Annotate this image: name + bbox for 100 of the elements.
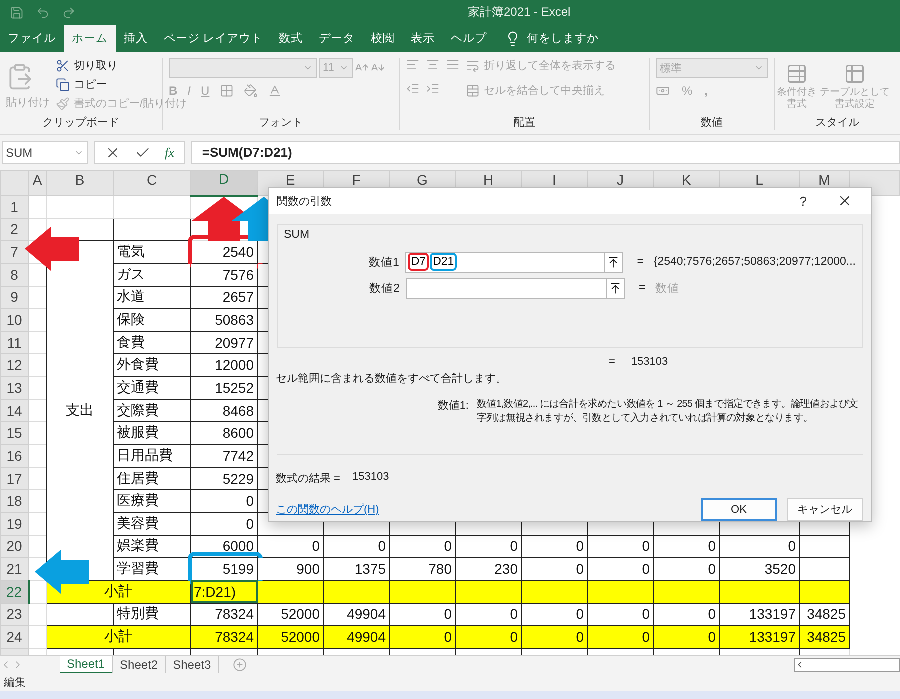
table-cell: 医療費: [114, 490, 190, 512]
ok-button[interactable]: OK: [701, 498, 777, 521]
tell-me-field[interactable]: 何をしますか: [527, 31, 600, 46]
table-cell: 3520: [720, 558, 800, 580]
function-name: SUM: [284, 229, 311, 242]
table-cell: 2657: [190, 286, 258, 309]
ribbon-tab[interactable]: 挿入: [116, 25, 156, 52]
table-cell: 水道: [114, 286, 190, 309]
ribbon-tab[interactable]: データ: [311, 25, 364, 52]
table-cell: 0: [654, 558, 720, 580]
table-cell: 34825: [800, 626, 850, 648]
borders-icon[interactable]: [220, 84, 234, 98]
group-label: 数値: [701, 116, 723, 130]
table-cell: 49904: [324, 603, 390, 626]
arrow-up-icon[interactable]: [609, 282, 622, 295]
ribbon-tab[interactable]: ページ レイアウト: [156, 25, 272, 52]
scissors-icon[interactable]: [56, 58, 70, 72]
table-cell: 0: [654, 535, 720, 558]
clipboard-button[interactable]: 切り取り: [74, 58, 118, 73]
row-header: 14: [0, 399, 28, 422]
row-header: 24: [0, 626, 28, 648]
argument-field[interactable]: D7 D21: [405, 252, 606, 273]
table-cell: 780: [390, 558, 456, 580]
conditional-format-icon[interactable]: [786, 62, 808, 84]
row-header: 20: [0, 535, 28, 558]
table-cell: 0: [258, 535, 324, 558]
group-label: スタイル: [816, 116, 860, 130]
argument-label: 数値2: [368, 282, 401, 296]
sheet-tab[interactable]: Sheet1: [60, 656, 114, 674]
table-cell: 0: [190, 490, 258, 512]
table-cell: 交際費: [114, 399, 190, 422]
table-cell: 133197: [720, 626, 800, 648]
argument-field[interactable]: [406, 278, 607, 299]
total-value: 153103: [631, 356, 668, 368]
cancel-button[interactable]: キャンセル: [787, 498, 863, 521]
ribbon-tab[interactable]: ホーム: [64, 25, 116, 52]
add-sheet-icon[interactable]: [233, 658, 248, 672]
font-color-icon[interactable]: [268, 84, 282, 98]
merge-cells-icon[interactable]: [466, 84, 480, 98]
currency-icon[interactable]: [656, 84, 670, 98]
align-justify-icon[interactable]: [446, 58, 460, 72]
row-header: 18: [0, 490, 28, 512]
indent-decrease-icon[interactable]: [406, 82, 420, 96]
ribbon-tab[interactable]: 校閲: [363, 25, 404, 52]
align-left-icon[interactable]: [406, 58, 420, 72]
table-cell: 日用品費: [114, 444, 190, 468]
ribbon-tab[interactable]: 数式: [271, 25, 312, 52]
table-cell: 0: [324, 535, 390, 558]
ribbon-tab[interactable]: ヘルプ: [443, 25, 496, 52]
indent-increase-icon[interactable]: [426, 82, 440, 96]
row-header: 16: [0, 444, 28, 468]
table-cell: 7:D21): [190, 580, 258, 604]
table-cell: 900: [258, 558, 324, 580]
horizontal-scrollbar[interactable]: [794, 658, 900, 672]
arrow-up-icon[interactable]: [607, 256, 620, 269]
table-cell: 美容費: [114, 512, 190, 536]
function-description: セル範囲に含まれる数値をすべて合計します。: [276, 372, 508, 386]
row-header: 17: [0, 467, 28, 490]
table-format-icon[interactable]: [844, 62, 866, 84]
table-cell: 保険: [114, 308, 190, 332]
argument-label: 数値1: [368, 256, 400, 270]
table-cell: 50863: [190, 308, 258, 332]
table-cell: 学習費: [114, 558, 190, 580]
save-icon[interactable]: [10, 6, 24, 20]
table-cell: 0: [654, 603, 720, 626]
row-header: 11: [0, 331, 28, 354]
column-header: A: [28, 170, 46, 196]
name-box[interactable]: SUM: [2, 141, 88, 164]
table-cell: 7742: [190, 444, 258, 468]
table-cell: 被服費: [114, 422, 190, 445]
collapse-dialog-button[interactable]: [605, 252, 624, 273]
copy-icon[interactable]: [56, 78, 70, 92]
formula-field[interactable]: =SUM(D7:D21): [191, 141, 900, 164]
collapse-dialog-button[interactable]: [607, 278, 625, 299]
result-value: 153103: [352, 471, 390, 485]
row-header: 2: [0, 218, 28, 241]
insert-function-button[interactable]: fx: [165, 144, 174, 160]
clipboard-button[interactable]: コピー: [74, 77, 107, 92]
table-cell: 5229: [190, 467, 258, 490]
table-cell: 34825: [800, 603, 850, 626]
argument-help-label: 数値1:: [436, 399, 470, 414]
align-center-icon[interactable]: [426, 58, 440, 72]
table-cell: 0: [390, 626, 456, 648]
help-link[interactable]: この関数のヘルプ(H): [276, 502, 701, 517]
redo-icon[interactable]: [62, 6, 76, 20]
row-header: 9: [0, 286, 28, 309]
undo-icon[interactable]: [36, 6, 50, 20]
ribbon-tab[interactable]: ファイル: [0, 25, 64, 52]
fill-color-icon[interactable]: [244, 84, 258, 98]
table-cell: 0: [390, 535, 456, 558]
table-cell: 0: [456, 603, 522, 626]
font-name-field[interactable]: [169, 58, 317, 78]
row-header: 15: [0, 422, 28, 445]
wrap-text-icon[interactable]: [466, 58, 480, 72]
table-cell: 0: [190, 512, 258, 536]
paintbrush-icon[interactable]: [56, 96, 70, 110]
ribbon-tab[interactable]: 表示: [403, 25, 444, 52]
help-button[interactable]: ?: [790, 194, 817, 209]
table-cell: 8468: [190, 399, 258, 422]
result-label: 数式の結果 =: [276, 472, 340, 486]
